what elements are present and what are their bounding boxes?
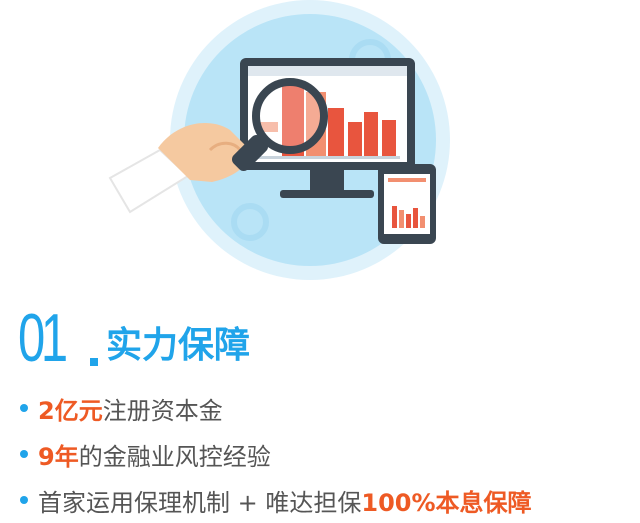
section-title: 实力保障 [106,325,251,366]
highlight-text: 100%本息保障 [361,488,532,517]
item-text: 的金融业风控经验 [78,442,271,471]
section-heading: 01 实力保障 [18,300,251,376]
feature-list: 2亿元 注册资本金 9年 的金融业风控经验 首家运用保理机制 + 唯达担保 10… [18,385,532,523]
highlight-text: 9年 [38,442,79,471]
bullet-dot [20,450,28,458]
analytics-illustration [108,0,450,280]
item-text: 注册资本金 [102,396,223,425]
list-item: 2亿元 注册资本金 [18,385,532,431]
item-text: 首家运用保理机制 + 唯达担保 [38,488,362,517]
list-item: 首家运用保理机制 + 唯达担保 100%本息保障 [18,477,532,523]
number-dot [90,358,98,366]
bullet-dot [20,404,28,412]
highlight-text: 2亿元 [38,396,103,425]
list-item: 9年 的金融业风控经验 [18,431,532,477]
bullet-dot [20,496,28,504]
section-number: 01 [18,300,68,376]
phone-icon [378,164,436,244]
